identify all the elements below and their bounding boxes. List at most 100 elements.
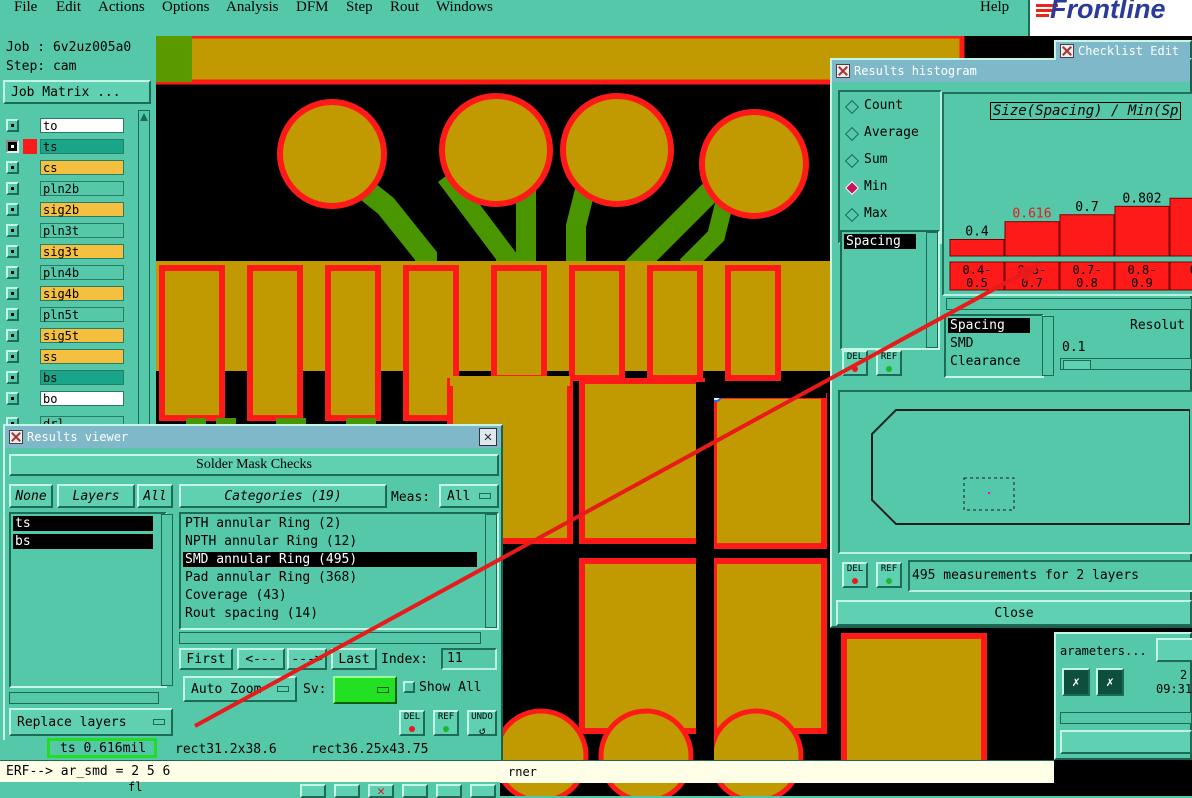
rv-layer-list-hscroll[interactable] — [9, 692, 159, 704]
measure-type-item[interactable]: Spacing — [948, 318, 1030, 333]
results-viewer-titlebar[interactable]: Results viewer ✕ — [5, 426, 501, 448]
rv-layer-item[interactable]: bs — [13, 534, 153, 549]
layer-checkbox[interactable] — [6, 308, 19, 321]
layer-row[interactable]: ss — [6, 349, 124, 365]
category-item[interactable]: PTH annular Ring (2) — [183, 516, 477, 531]
left-list-item-spacing[interactable]: Spacing — [844, 234, 916, 249]
parameters-label[interactable]: arameters... — [1060, 644, 1147, 658]
index-input[interactable]: 11 — [441, 648, 497, 670]
layer-row[interactable]: bs — [6, 370, 124, 386]
layer-checkbox[interactable] — [6, 203, 19, 216]
measure-type-item[interactable]: SMD — [948, 336, 1030, 351]
rv-ref-button[interactable]: REF — [433, 710, 459, 736]
layer-checkbox[interactable] — [6, 140, 19, 153]
close-icon[interactable] — [1060, 44, 1074, 58]
layer-row[interactable]: sig2b — [6, 202, 124, 218]
menu-file[interactable]: File — [14, 0, 37, 16]
category-item[interactable]: SMD annular Ring (495) — [183, 552, 477, 567]
histogram-bar[interactable] — [1169, 197, 1192, 257]
layers-none-button[interactable]: None — [9, 484, 53, 508]
layer-name[interactable]: bs — [40, 370, 124, 385]
layer-name[interactable]: pln3t — [40, 223, 124, 238]
menu-actions[interactable]: Actions — [98, 0, 145, 16]
category-list-hscroll[interactable] — [179, 632, 481, 644]
params-bottom-button[interactable] — [1060, 730, 1192, 754]
menu-windows[interactable]: Windows — [436, 0, 493, 16]
category-item[interactable]: Coverage (43) — [183, 588, 477, 603]
left-list-scrollbar[interactable] — [926, 232, 938, 348]
histogram-bar[interactable] — [1114, 205, 1170, 257]
histogram-bar[interactable] — [1004, 221, 1060, 257]
category-item[interactable]: Rout spacing (14) — [183, 606, 477, 621]
rv-del-button[interactable]: DEL — [399, 710, 425, 736]
tool-icon-2[interactable]: ✗ — [1096, 668, 1124, 696]
sv-color-select[interactable] — [333, 676, 397, 704]
hist-ref-button[interactable]: REF — [876, 350, 902, 376]
layer-checkbox[interactable] — [6, 161, 19, 174]
category-list-scrollbar[interactable] — [485, 514, 497, 628]
tool-icon-1[interactable]: ✗ — [1062, 668, 1090, 696]
category-item[interactable]: Pad annular Ring (368) — [183, 570, 477, 585]
last-button[interactable]: Last — [331, 648, 377, 670]
hist-del-button[interactable]: DEL — [842, 350, 868, 376]
layer-row[interactable]: pln3t — [6, 223, 124, 239]
mode-option-average[interactable]: Average — [844, 125, 936, 143]
window-close-button[interactable]: ✕ — [479, 428, 497, 446]
auto-zoom-select[interactable]: Auto Zoom — [183, 676, 297, 702]
layer-name[interactable]: sig4b — [40, 286, 124, 301]
layer-name[interactable]: ss — [40, 349, 124, 364]
layer-row[interactable]: pln4b — [6, 265, 124, 281]
resolution-slider[interactable] — [1060, 358, 1192, 370]
layer-name[interactable]: cs — [40, 160, 124, 175]
layer-checkbox[interactable] — [6, 224, 19, 237]
layer-checkbox[interactable] — [6, 350, 19, 363]
menu-rout[interactable]: Rout — [390, 0, 419, 16]
close-button[interactable]: Close — [836, 600, 1192, 626]
layer-row[interactable]: ts — [6, 139, 124, 155]
next-button[interactable]: ---> — [287, 648, 327, 670]
menu-step[interactable]: Step — [346, 0, 373, 16]
mode-option-min[interactable]: Min — [844, 179, 936, 197]
checklist-titlebar[interactable]: Checklist Edit — [1056, 42, 1190, 60]
menu-options[interactable]: Options — [162, 0, 210, 16]
prev-button[interactable]: <--- — [237, 648, 285, 670]
menu-help[interactable]: Help — [980, 0, 1009, 16]
layer-name[interactable]: sig3t — [40, 244, 124, 259]
histogram-titlebar[interactable]: Results histogram — [832, 60, 1190, 82]
params-hscroll[interactable] — [1060, 712, 1192, 724]
meas-select[interactable]: All — [439, 484, 499, 508]
close-icon[interactable] — [836, 64, 850, 78]
layer-checkbox[interactable] — [6, 266, 19, 279]
mode-option-count[interactable]: Count — [844, 98, 936, 116]
layer-checkbox[interactable] — [6, 287, 19, 300]
measure-type-item[interactable]: Clearance — [948, 354, 1030, 369]
layer-row[interactable]: sig3t — [6, 244, 124, 260]
menu-edit[interactable]: Edit — [56, 0, 81, 16]
menu-dfm[interactable]: DFM — [296, 0, 329, 16]
solder-mask-checks-header[interactable]: Solder Mask Checks — [9, 454, 499, 476]
params-side-button[interactable] — [1156, 638, 1192, 662]
layer-name[interactable]: to — [40, 118, 124, 133]
layer-row[interactable]: sig4b — [6, 286, 124, 302]
layer-name[interactable]: sig2b — [40, 202, 124, 217]
layer-checkbox[interactable] — [6, 182, 19, 195]
command-line[interactable]: ERF--> ar_smd = 2 5 6 rner — [0, 760, 1054, 783]
layer-row[interactable]: pln2b — [6, 181, 124, 197]
layer-row[interactable]: cs — [6, 160, 124, 176]
layer-name[interactable]: bo — [40, 391, 124, 406]
layer-checkbox[interactable] — [6, 392, 19, 405]
first-button[interactable]: First — [179, 648, 233, 670]
mode-option-sum[interactable]: Sum — [844, 152, 936, 170]
layer-name[interactable]: pln5t — [40, 307, 124, 322]
rv-layer-list-scrollbar[interactable] — [161, 514, 173, 686]
layer-name[interactable]: ts — [40, 139, 124, 154]
show-all-checkbox[interactable] — [403, 681, 415, 693]
rv-layer-item[interactable]: ts — [13, 516, 153, 531]
layer-checkbox[interactable] — [6, 245, 19, 258]
layer-checkbox[interactable] — [6, 119, 19, 132]
layer-row[interactable]: to — [6, 118, 124, 134]
layers-all-button[interactable]: All — [137, 484, 173, 508]
job-matrix-button[interactable]: Job Matrix ... — [3, 80, 151, 104]
rv-undo-button[interactable]: UNDO ↺ — [467, 710, 497, 736]
layer-list-scrollbar[interactable] — [138, 110, 150, 426]
